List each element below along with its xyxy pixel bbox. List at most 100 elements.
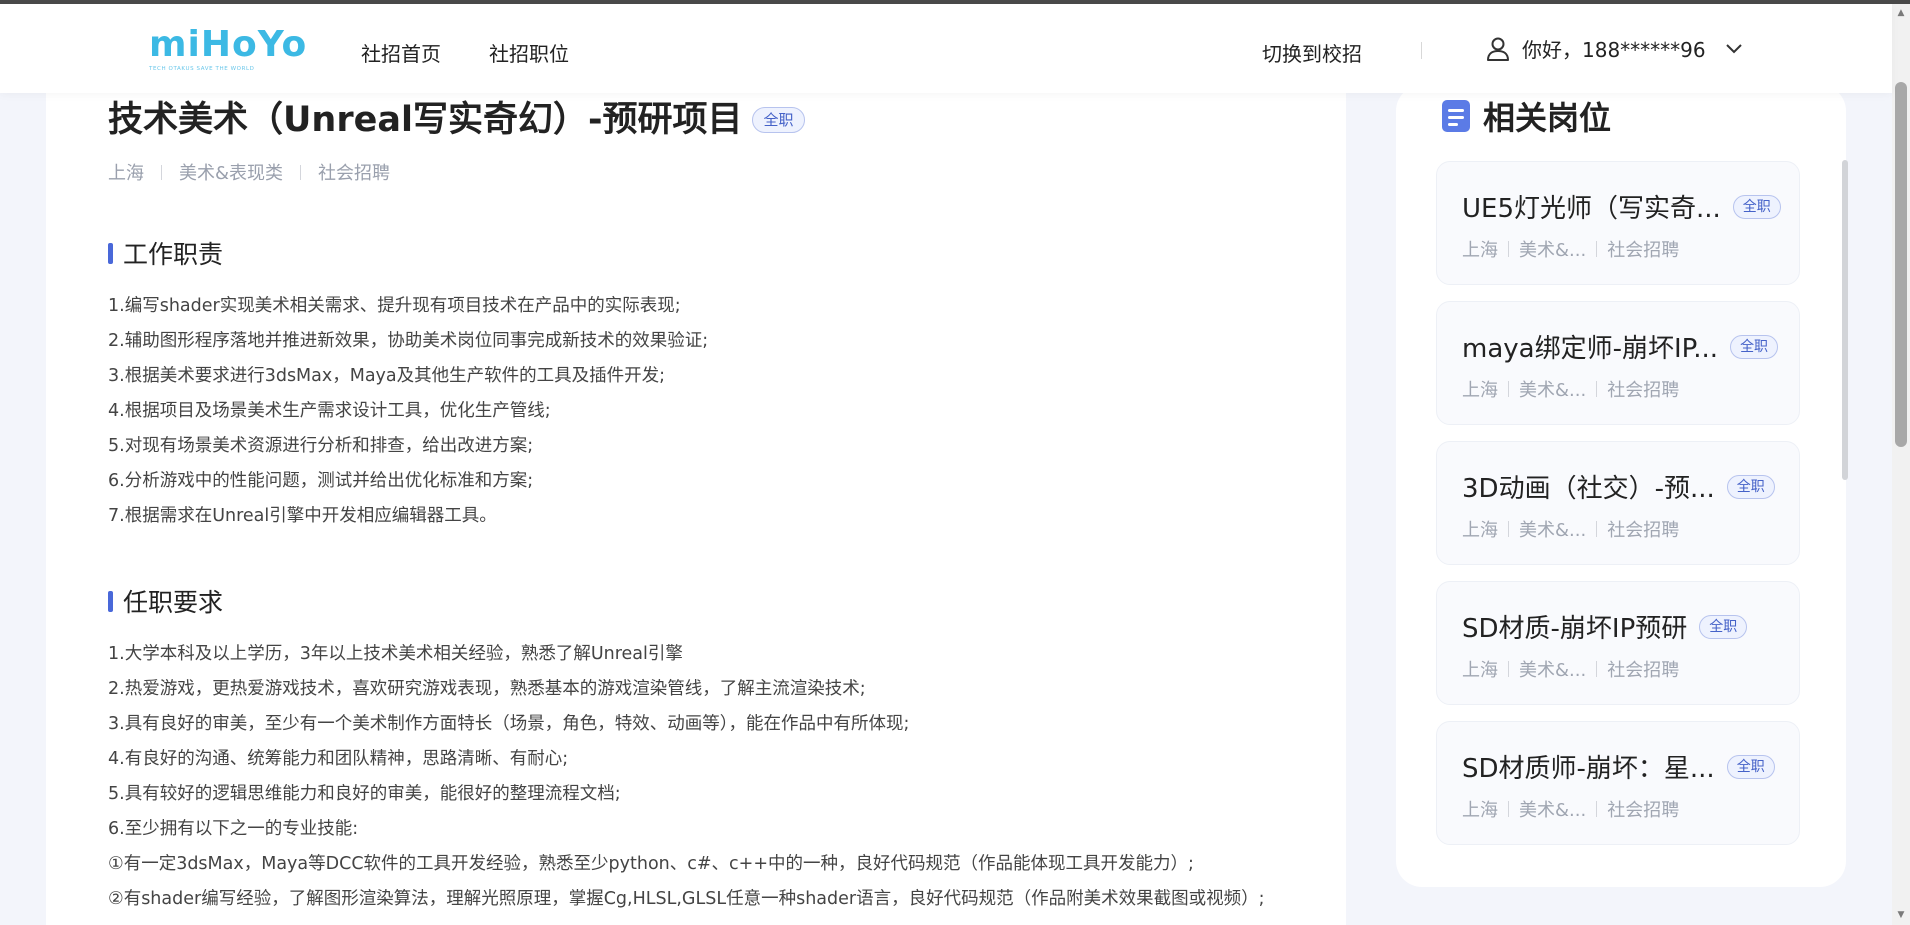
card-recruit-type: 社会招聘 — [1607, 520, 1680, 541]
requirements-section-title: 任职要求 — [108, 583, 223, 619]
related-jobs-title: 相关岗位 — [1441, 93, 1611, 139]
meta-divider — [161, 164, 162, 180]
header-divider — [1421, 42, 1422, 59]
requirement-item: 5.具有较好的逻辑思维能力和良好的审美，能很好的整理流程文档; — [108, 784, 621, 804]
job-recruit-type: 社会招聘 — [318, 163, 391, 184]
top-header: miHoYo TECH OTAKUS SAVE THE WORLD 社招首页 社… — [0, 4, 1892, 93]
related-job-card[interactable]: 3D动画（社交）-预... 全职 上海 美术&... 社会招聘 — [1436, 441, 1800, 565]
section-bar — [108, 242, 113, 264]
card-location: 上海 — [1462, 520, 1498, 541]
duty-item: 2.辅助图形程序落地并推进新效果，协助美术岗位同事完成新技术的效果验证; — [108, 331, 709, 351]
meta-divider — [1596, 661, 1598, 677]
related-job-card[interactable]: SD材质师-崩坏：星... 全职 上海 美术&... 社会招聘 — [1436, 721, 1800, 845]
requirements-list: 1.大学本科及以上学历，3年以上技术美术相关经验，熟悉了解Unreal引擎 2.… — [108, 637, 1264, 917]
chevron-down-icon — [1725, 43, 1742, 53]
meta-divider — [1508, 661, 1509, 677]
card-tag: 全职 — [1699, 614, 1748, 639]
meta-divider — [1596, 241, 1598, 257]
meta-divider — [1508, 521, 1509, 537]
scroll-down-arrow-icon[interactable]: ▼ — [1895, 910, 1907, 920]
card-meta: 上海 美术&... 社会招聘 — [1462, 796, 1679, 822]
job-type-tag: 全职 — [752, 107, 805, 133]
duty-item: 6.分析游戏中的性能问题，测试并给出优化标准和方案; — [108, 471, 534, 491]
card-title-row: SD材质师-崩坏：星... 全职 — [1462, 748, 1782, 785]
card-title-row: SD材质-崩坏IP预研 全职 — [1462, 608, 1782, 645]
card-tag: 全职 — [1730, 334, 1779, 359]
duty-item: 7.根据需求在Unreal引擎中开发相应编辑器工具。 — [108, 506, 497, 526]
card-title-row: 3D动画（社交）-预... 全职 — [1462, 468, 1782, 505]
user-greeting: 你好，188******96 — [1522, 38, 1706, 62]
requirement-item: 6.至少拥有以下之一的专业技能: — [108, 819, 359, 839]
requirement-item: ①有一定3dsMax，Maya等DCC软件的工具开发经验，熟悉至少python、… — [108, 854, 1194, 874]
job-detail-panel: 技术美术（Unreal写实奇幻）-预研项目 全职 上海 美术&表现类 社会招聘 … — [46, 93, 1346, 925]
user-menu[interactable]: 你好，188******96 — [1484, 34, 1744, 63]
duty-item: 1.编写shader实现美术相关需求、提升现有项目技术在产品中的实际表现; — [108, 296, 681, 316]
meta-divider — [300, 164, 302, 180]
card-category: 美术&... — [1519, 520, 1587, 541]
requirements-title-text: 任职要求 — [123, 588, 224, 617]
requirement-item: 1.大学本科及以上学历，3年以上技术美术相关经验，熟悉了解Unreal引擎 — [108, 644, 683, 664]
requirement-item: 3.具有良好的审美，至少有一个美术制作方面特长（场景，角色，特效、动画等），能在… — [108, 714, 910, 734]
card-meta: 上海 美术&... 社会招聘 — [1462, 656, 1679, 682]
logo-tagline: TECH OTAKUS SAVE THE WORLD — [149, 66, 255, 72]
page-scrollbar-thumb[interactable] — [1895, 82, 1907, 447]
mihoyo-logo[interactable]: miHoYo TECH OTAKUS SAVE THE WORLD — [149, 24, 308, 82]
job-meta: 上海 美术&表现类 社会招聘 — [108, 159, 390, 185]
requirement-item: 2.热爱游戏，更热爱游戏技术，喜欢研究游戏表现，熟悉基本的游戏渲染管线，了解主流… — [108, 679, 866, 699]
job-location: 上海 — [108, 163, 144, 184]
card-location: 上海 — [1462, 380, 1498, 401]
card-title: maya绑定师-崩坏IP... — [1462, 334, 1719, 364]
user-icon — [1487, 37, 1509, 61]
related-job-card[interactable]: SD材质-崩坏IP预研 全职 上海 美术&... 社会招聘 — [1436, 581, 1800, 705]
document-icon — [1442, 100, 1470, 132]
card-location: 上海 — [1462, 660, 1498, 681]
card-title: 3D动画（社交）-预... — [1462, 474, 1715, 504]
job-category: 美术&表现类 — [179, 163, 284, 184]
card-meta: 上海 美术&... 社会招聘 — [1462, 236, 1679, 262]
related-jobs-title-text: 相关岗位 — [1483, 99, 1612, 137]
duty-item: 4.根据项目及场景美术生产需求设计工具，优化生产管线; — [108, 401, 551, 421]
card-title: UE5灯光师（写实奇... — [1462, 194, 1721, 224]
card-meta: 上海 美术&... 社会招聘 — [1462, 516, 1679, 542]
related-jobs-panel: 相关岗位 UE5灯光师（写实奇... 全职 上海 美术&... 社会招聘 may… — [1396, 85, 1848, 887]
duty-item: 3.根据美术要求进行3dsMax，Maya及其他生产软件的工具及插件开发; — [108, 366, 666, 386]
meta-divider — [1508, 381, 1509, 397]
meta-divider — [1508, 241, 1509, 257]
card-location: 上海 — [1462, 800, 1498, 821]
card-category: 美术&... — [1519, 380, 1587, 401]
nav-social-home[interactable]: 社招首页 — [361, 38, 441, 67]
duties-section-title: 工作职责 — [108, 235, 223, 271]
duty-item: 5.对现有场景美术资源进行分析和排查，给出改进方案; — [108, 436, 534, 456]
requirement-item: 4.有良好的沟通、统筹能力和团队精神，思路清晰、有耐心; — [108, 749, 569, 769]
card-recruit-type: 社会招聘 — [1607, 660, 1680, 681]
job-title-row: 技术美术（Unreal写实奇幻）-预研项目 全职 — [108, 95, 805, 145]
card-tag: 全职 — [1726, 474, 1775, 499]
card-title-row: UE5灯光师（写实奇... 全职 — [1462, 188, 1782, 225]
card-tag: 全职 — [1732, 194, 1781, 219]
requirement-item: ②有shader编写经验，了解图形渲染算法，理解光照原理，掌握Cg,HLSL,G… — [108, 889, 1265, 909]
related-jobs-scrollbar[interactable] — [1842, 160, 1848, 480]
card-category: 美术&... — [1519, 240, 1587, 261]
meta-divider — [1596, 381, 1598, 397]
related-job-card[interactable]: maya绑定师-崩坏IP... 全职 上海 美术&... 社会招聘 — [1436, 301, 1800, 425]
meta-divider — [1596, 801, 1598, 817]
logo-text: miHoYo — [149, 24, 308, 65]
nav-social-jobs[interactable]: 社招职位 — [489, 38, 569, 67]
switch-to-campus-link[interactable]: 切换到校招 — [1262, 38, 1362, 67]
card-meta: 上海 美术&... 社会招聘 — [1462, 376, 1679, 402]
duties-title-text: 工作职责 — [123, 240, 224, 269]
card-recruit-type: 社会招聘 — [1607, 380, 1680, 401]
meta-divider — [1596, 521, 1598, 537]
job-title: 技术美术（Unreal写实奇幻）-预研项目 — [108, 100, 743, 140]
related-job-card[interactable]: UE5灯光师（写实奇... 全职 上海 美术&... 社会招聘 — [1436, 161, 1800, 285]
card-tag: 全职 — [1726, 754, 1775, 779]
card-title: SD材质师-崩坏：星... — [1462, 754, 1715, 784]
card-location: 上海 — [1462, 240, 1498, 261]
card-recruit-type: 社会招聘 — [1607, 240, 1680, 261]
card-title: SD材质-崩坏IP预研 — [1462, 614, 1688, 644]
card-recruit-type: 社会招聘 — [1607, 800, 1680, 821]
duties-list: 1.编写shader实现美术相关需求、提升现有项目技术在产品中的实际表现; 2.… — [108, 289, 708, 534]
scroll-up-arrow-icon[interactable]: ▲ — [1895, 8, 1907, 18]
section-bar — [108, 590, 113, 612]
card-title-row: maya绑定师-崩坏IP... 全职 — [1462, 328, 1782, 365]
